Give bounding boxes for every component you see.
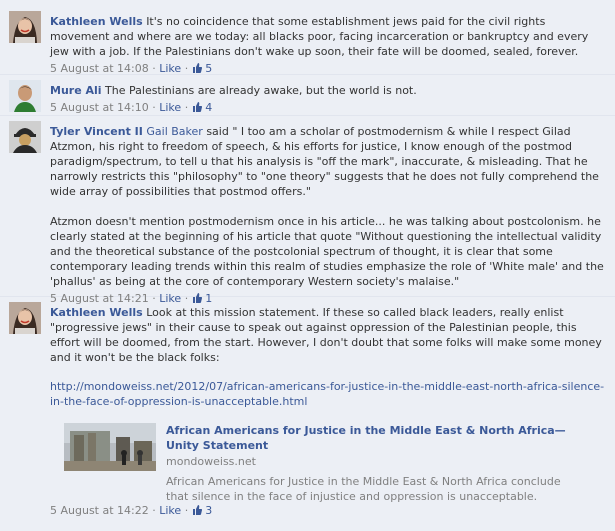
comment-time[interactable]: 5 August at 14:10: [50, 101, 149, 114]
comment-time[interactable]: 5 August at 14:22: [50, 504, 149, 517]
separator: ·: [184, 504, 189, 517]
avatar[interactable]: [9, 302, 41, 334]
avatar[interactable]: [9, 80, 41, 112]
comment-meta: 5 August at 14:10 · Like · 4: [50, 100, 607, 115]
comment-item: Mure Ali The Palestinians are already aw…: [0, 75, 615, 116]
separator: ·: [152, 101, 156, 114]
thumbs-up-icon: [192, 505, 202, 515]
comment-body: Tyler Vincent II Gail Baker said " I too…: [50, 124, 607, 289]
thumbs-up-icon: [192, 102, 202, 112]
like-count-value: 4: [205, 101, 213, 114]
comment-author[interactable]: Kathleen Wells: [50, 306, 143, 319]
comment-body: Mure Ali The Palestinians are already aw…: [50, 83, 607, 98]
separator: ·: [184, 101, 189, 114]
separator: ·: [152, 62, 156, 75]
mentioned-user-link[interactable]: Gail Baker: [146, 125, 202, 138]
like-link[interactable]: Like: [159, 101, 181, 114]
like-link[interactable]: Like: [159, 504, 181, 517]
comment-author[interactable]: Mure Ali: [50, 84, 102, 97]
link-preview-title[interactable]: African Americans for Justice in the Mid…: [166, 423, 586, 453]
shared-url-link[interactable]: http://mondoweiss.net/2012/07/african-am…: [50, 379, 607, 409]
like-count[interactable]: 5: [192, 62, 213, 75]
thumbs-up-icon: [192, 63, 202, 73]
link-preview-thumbnail[interactable]: [64, 423, 156, 471]
comment-meta: 5 August at 14:22 · Like · 3: [50, 503, 607, 518]
like-link[interactable]: Like: [159, 62, 181, 75]
like-count-value: 3: [205, 504, 213, 517]
link-preview[interactable]: African Americans for Justice in the Mid…: [64, 423, 607, 504]
comment-meta: 5 August at 14:08 · Like · 5: [50, 61, 607, 76]
link-preview-site: mondoweiss.net: [166, 455, 256, 468]
separator: ·: [152, 504, 156, 517]
comment-body: Kathleen Wells It's no coincidence that …: [50, 14, 607, 59]
like-count[interactable]: 4: [192, 101, 213, 114]
comment-item: Kathleen Wells It's no coincidence that …: [0, 0, 615, 75]
comment-time[interactable]: 5 August at 14:08: [50, 62, 149, 75]
comment-text-paragraph: Atzmon doesn't mention postmodernism onc…: [50, 215, 604, 288]
comment-item: Kathleen Wells Look at this mission stat…: [0, 297, 615, 531]
comment-text: The Palestinians are already awake, but …: [105, 84, 417, 97]
like-count[interactable]: 3: [192, 504, 213, 517]
like-count-value: 5: [205, 62, 213, 75]
comment-author[interactable]: Tyler Vincent II: [50, 125, 143, 138]
avatar[interactable]: [9, 11, 41, 43]
link-preview-description: African Americans for Justice in the Mid…: [166, 475, 561, 503]
comment-body: Kathleen Wells Look at this mission stat…: [50, 305, 607, 365]
comment-thread: Kathleen Wells It's no coincidence that …: [0, 0, 615, 531]
link-preview-info: African Americans for Justice in the Mid…: [166, 423, 586, 504]
avatar[interactable]: [9, 121, 41, 153]
comment-author[interactable]: Kathleen Wells: [50, 15, 143, 28]
comment-item: Tyler Vincent II Gail Baker said " I too…: [0, 116, 615, 305]
separator: ·: [184, 62, 189, 75]
